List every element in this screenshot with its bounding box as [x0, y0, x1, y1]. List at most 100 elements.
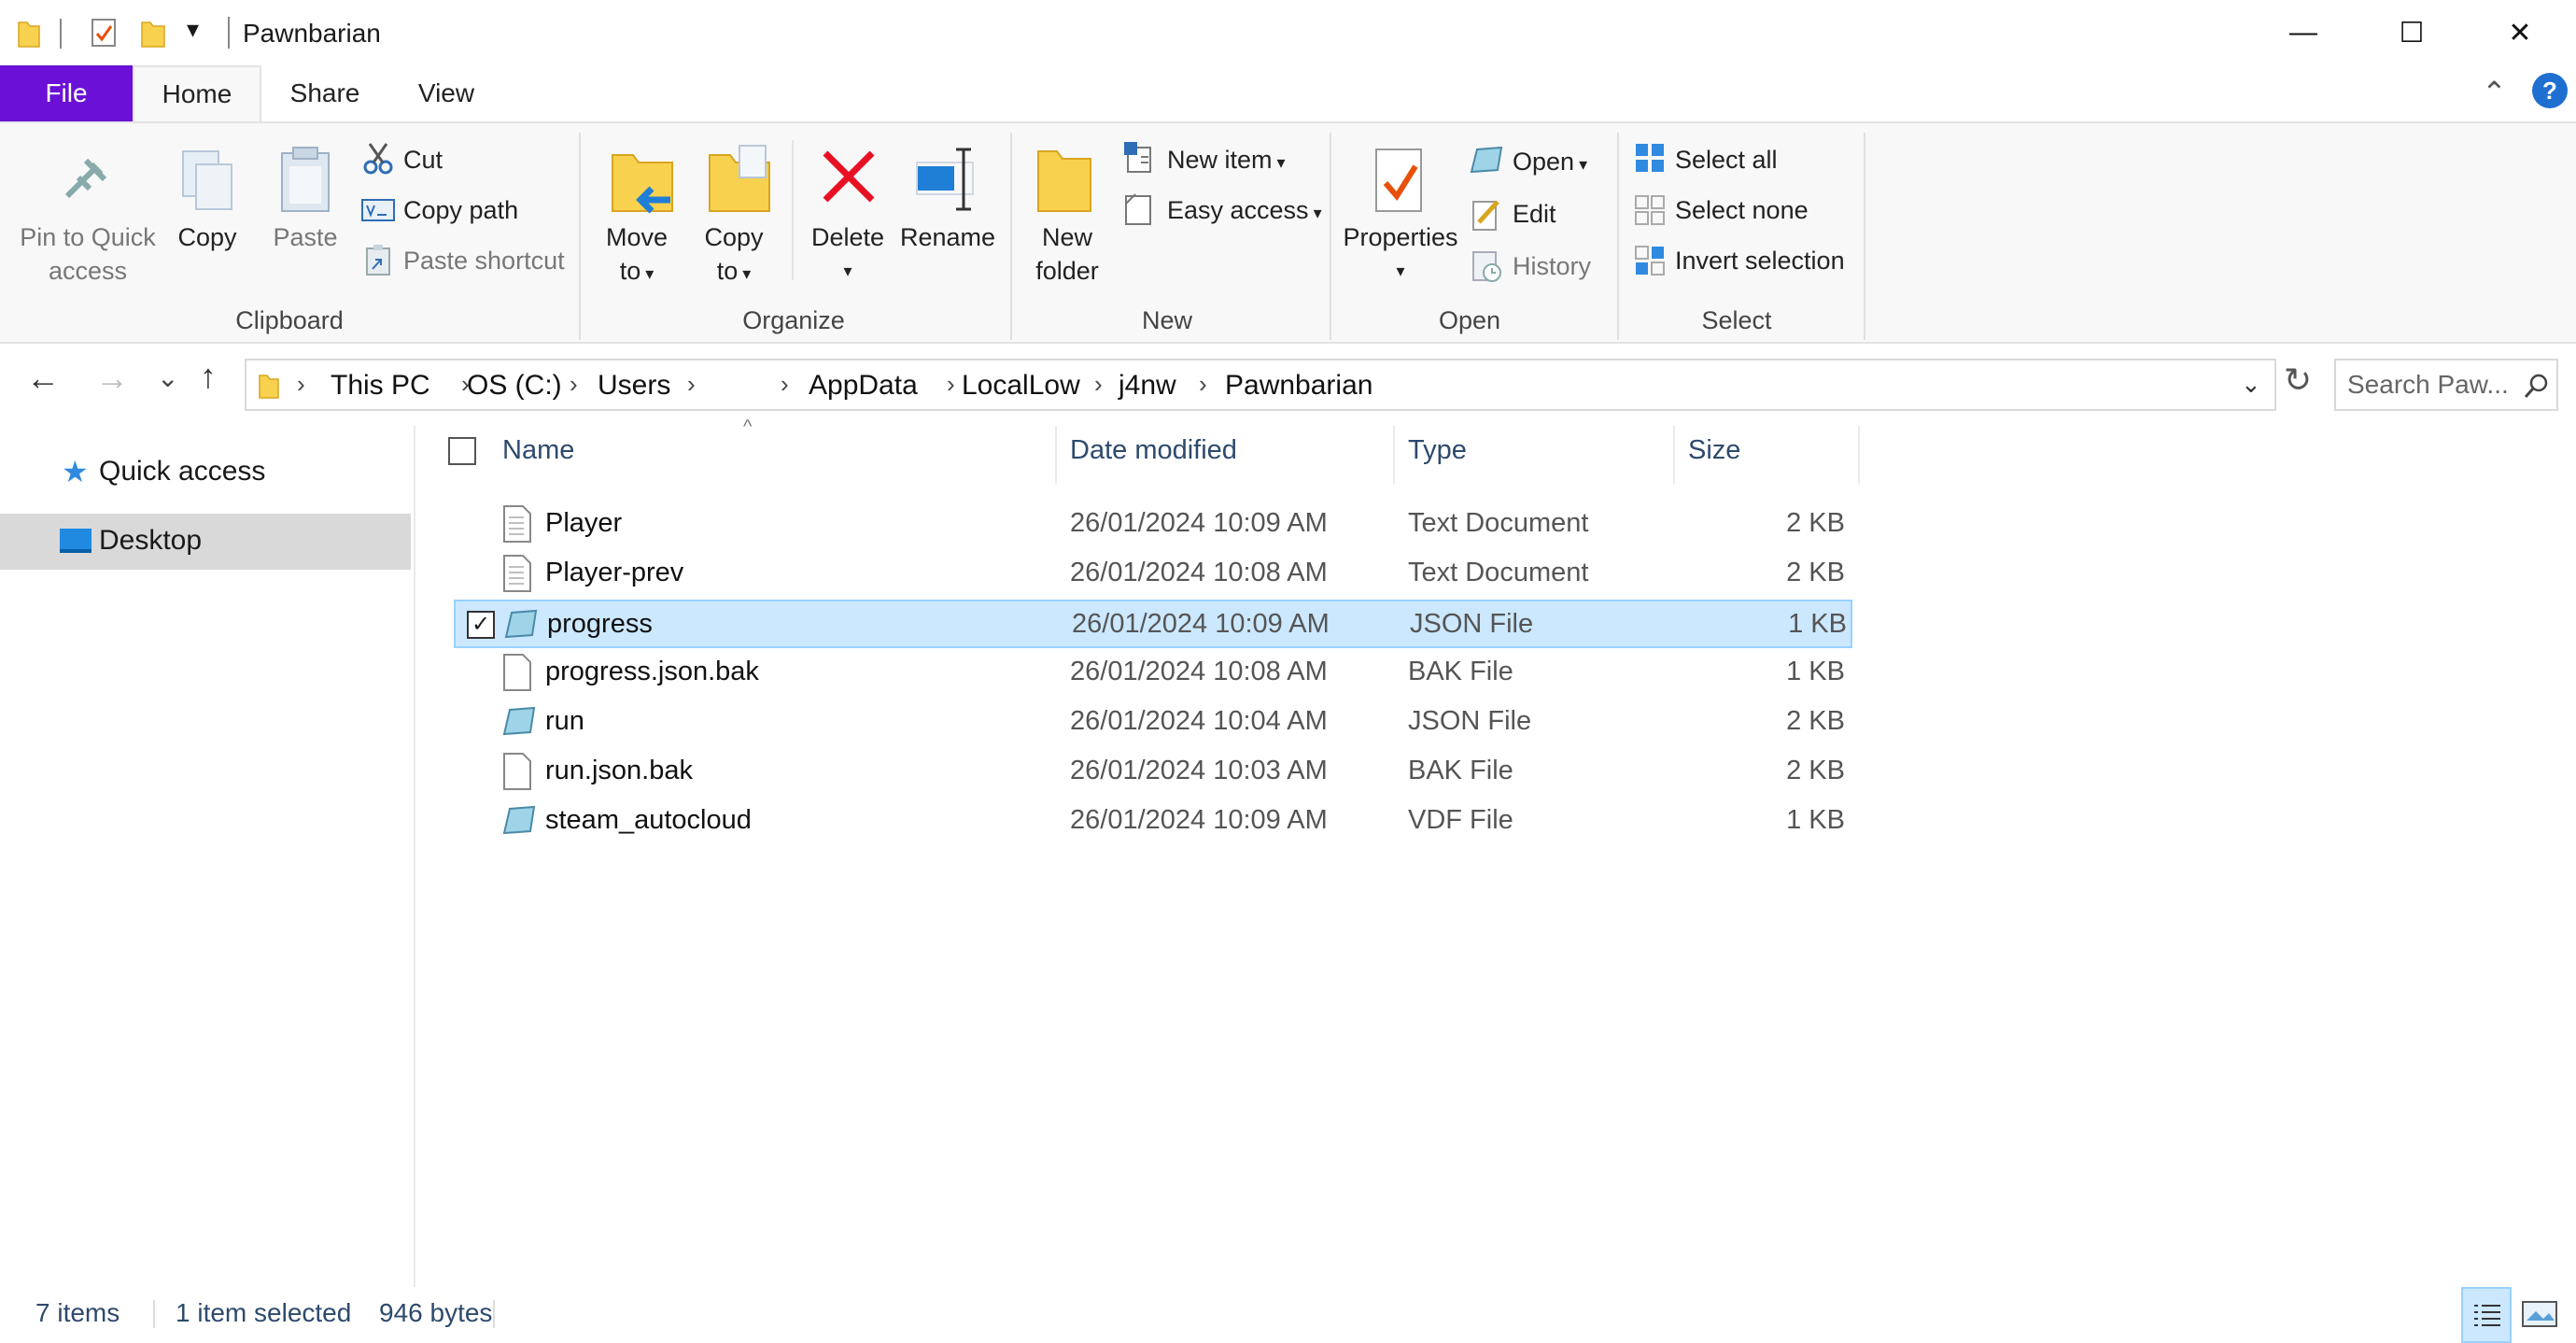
tab-home[interactable]: Home — [133, 65, 261, 121]
file-name: run — [545, 706, 584, 736]
new-folder-icon[interactable] — [140, 17, 168, 49]
breadcrumb-pawnbarian[interactable]: Pawnbarian — [1225, 370, 1372, 402]
tab-share[interactable]: Share — [271, 65, 379, 121]
column-divider[interactable] — [1055, 426, 1057, 484]
breadcrumb-locallow[interactable]: LocalLow — [962, 370, 1080, 402]
file-type: Text Document — [1408, 558, 1589, 587]
file-row-steam-autocloud[interactable]: steam_autocloud 26/01/2024 10:09 AM VDF … — [454, 798, 1852, 846]
column-divider[interactable] — [1673, 426, 1675, 484]
search-input[interactable]: Search Paw... — [2347, 370, 2509, 400]
ribbon-inner-separator — [792, 140, 794, 280]
file-row-run[interactable]: run 26/01/2024 10:04 AM JSON File 2 KB — [454, 699, 1852, 747]
ribbon-home: Pin to Quick access Copy Paste Cut Copy … — [0, 121, 2576, 344]
properties-button[interactable]: Properties ▾ — [1339, 220, 1462, 288]
pin-to-quick-access-button[interactable]: Pin to Quick access — [9, 220, 166, 288]
breadcrumb-chevron-icon[interactable]: › — [570, 370, 578, 399]
breadcrumb-this-pc[interactable]: This PC — [331, 370, 430, 402]
close-button[interactable]: ✕ — [2465, 0, 2575, 65]
rename-button[interactable]: Rename — [898, 220, 997, 254]
select-none-icon — [1635, 195, 1665, 225]
address-bar[interactable]: › This PC › OS (C:) › Users › › AppData … — [245, 359, 2276, 411]
column-header-size[interactable]: Size — [1688, 435, 1740, 466]
copy-to-button[interactable]: Copy to ▾ — [695, 220, 773, 290]
breadcrumb-users[interactable]: Users — [598, 370, 670, 402]
status-divider — [153, 1300, 155, 1328]
address-history-chevron-icon[interactable]: ⌄ — [2241, 370, 2261, 399]
star-icon: ★ — [62, 455, 89, 488]
back-arrow-icon[interactable]: ← — [26, 359, 60, 398]
easy-access-button[interactable]: Easy access ▾ — [1167, 196, 1322, 225]
file-row-run-json-bak[interactable]: run.json.bak 26/01/2024 10:03 AM BAK Fil… — [454, 748, 1852, 797]
breadcrumb-appdata[interactable]: AppData — [809, 370, 918, 402]
new-folder-icon — [1037, 150, 1091, 212]
nav-item-desktop[interactable]: Desktop — [0, 514, 411, 570]
column-header-type[interactable]: Type — [1408, 435, 1467, 466]
history-icon — [1472, 251, 1501, 282]
recent-locations-icon[interactable]: ⌄ — [157, 362, 178, 393]
invert-selection-button[interactable]: Invert selection — [1675, 247, 1845, 276]
breadcrumb-chevron-icon[interactable]: › — [297, 370, 305, 399]
copy-button[interactable]: Copy — [168, 220, 246, 254]
paste-shortcut-icon — [366, 245, 390, 276]
file-name: Player-prev — [545, 558, 684, 587]
maximize-button[interactable]: ☐ — [2357, 0, 2467, 65]
new-item-button[interactable]: New item ▾ — [1167, 146, 1286, 175]
breadcrumb-chevron-icon[interactable]: › — [1094, 370, 1103, 399]
paste-button[interactable]: Paste — [263, 220, 347, 254]
breadcrumb-j4nw[interactable]: j4nw — [1119, 370, 1176, 402]
folder-icon[interactable] — [17, 17, 41, 49]
file-date: 26/01/2024 10:08 AM — [1070, 657, 1328, 686]
file-row-progress[interactable]: ✓ progress 26/01/2024 10:09 AM JSON File… — [454, 600, 1852, 648]
customize-toolbar-icon[interactable]: ▾ — [187, 15, 199, 44]
search-icon[interactable] — [2523, 372, 2551, 400]
column-divider[interactable] — [1393, 426, 1395, 484]
ribbon-separator — [1617, 133, 1619, 340]
select-none-button[interactable]: Select none — [1675, 196, 1809, 225]
breadcrumb-chevron-icon[interactable]: › — [687, 370, 696, 399]
json-file-icon — [502, 706, 536, 736]
file-size: 2 KB — [1786, 508, 1845, 538]
select-all-checkbox[interactable] — [448, 437, 476, 465]
paste-shortcut-button[interactable]: Paste shortcut — [403, 247, 565, 276]
column-header-name[interactable]: Name — [502, 435, 574, 466]
up-arrow-icon[interactable]: ↑ — [200, 357, 217, 396]
breadcrumb-chevron-icon[interactable]: › — [947, 370, 955, 399]
search-box[interactable]: Search Paw... — [2334, 359, 2558, 411]
minimize-button[interactable]: — — [2248, 0, 2358, 65]
refresh-icon[interactable]: ↻ — [2284, 360, 2312, 400]
file-type: Text Document — [1408, 508, 1589, 538]
new-folder-button[interactable]: New folder — [1025, 220, 1109, 288]
breadcrumb-chevron-icon[interactable]: › — [781, 370, 789, 399]
tab-file[interactable]: File — [0, 65, 133, 121]
open-button[interactable]: Open ▾ — [1513, 148, 1587, 177]
row-checkbox-checked[interactable]: ✓ — [467, 611, 495, 639]
large-icons-view-icon[interactable] — [2521, 1300, 2558, 1328]
title-divider — [228, 17, 230, 49]
copy-path-button[interactable]: Copy path — [403, 196, 518, 225]
file-row-progress-json-bak[interactable]: progress.json.bak 26/01/2024 10:08 AM BA… — [454, 649, 1852, 698]
cut-button[interactable]: Cut — [403, 146, 443, 175]
select-all-button[interactable]: Select all — [1675, 146, 1778, 175]
dropdown-arrow-icon: ▾ — [1272, 153, 1286, 172]
delete-button[interactable]: Delete ▾ — [805, 220, 891, 288]
rename-icon — [916, 148, 974, 211]
column-header-date-modified[interactable]: Date modified — [1070, 435, 1237, 466]
properties-checkmark-icon[interactable] — [90, 17, 120, 49]
window-title: Pawnbarian — [243, 19, 381, 48]
file-row-player[interactable]: Player 26/01/2024 10:09 AM Text Document… — [454, 501, 1852, 549]
column-divider[interactable] — [1858, 426, 1860, 484]
selection-count: 1 item selected — [176, 1298, 352, 1327]
history-button[interactable]: History — [1513, 252, 1591, 281]
help-icon[interactable]: ? — [2532, 73, 2568, 108]
nav-item-quick-access[interactable]: ★ Quick access — [0, 445, 411, 501]
details-view-button[interactable] — [2461, 1287, 2512, 1343]
file-row-player-prev[interactable]: Player-prev 26/01/2024 10:08 AM Text Doc… — [454, 550, 1852, 599]
tab-view[interactable]: View — [392, 65, 500, 121]
breadcrumb-os-c[interactable]: OS (C:) — [467, 370, 562, 402]
ribbon-tabs: File Home Share View ⌃ ? — [0, 65, 2576, 121]
edit-button[interactable]: Edit — [1513, 200, 1556, 229]
forward-arrow-icon[interactable]: → — [95, 359, 129, 398]
move-to-button[interactable]: Move to ▾ — [598, 220, 676, 290]
breadcrumb-chevron-icon[interactable]: › — [1199, 370, 1207, 399]
collapse-ribbon-icon[interactable]: ⌃ — [2482, 75, 2507, 110]
